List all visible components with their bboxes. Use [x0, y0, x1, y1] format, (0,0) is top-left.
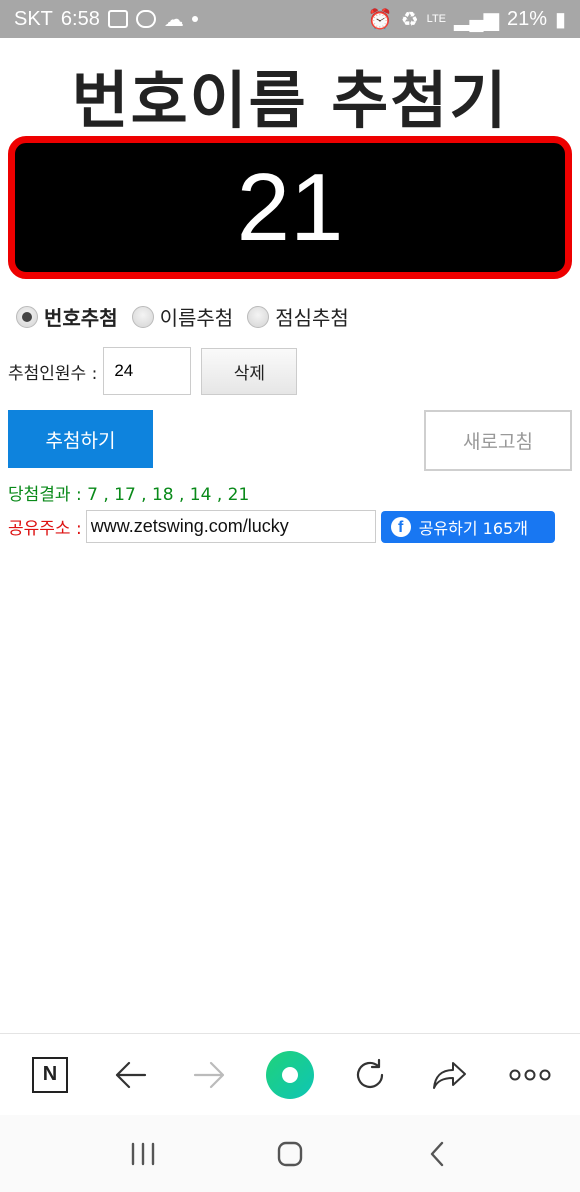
share-url-input[interactable] — [85, 510, 376, 543]
reload-button[interactable] — [345, 1050, 395, 1100]
refresh-button[interactable]: 새로고침 — [424, 410, 572, 471]
radio-label: 이름추첨 — [159, 306, 234, 330]
forward-button[interactable] — [185, 1050, 235, 1100]
radio-button[interactable] — [16, 305, 38, 328]
back-arrow-icon — [115, 1061, 147, 1088]
recycle-icon: ♻ — [400, 8, 419, 31]
radio-label: 점심추첨 — [275, 306, 349, 330]
facebook-share-label: 공유하기 165개 — [418, 518, 528, 538]
home-icon — [277, 1141, 303, 1166]
battery-icon: ▮ — [554, 8, 566, 31]
blog-icon — [135, 10, 156, 28]
back-button[interactable] — [105, 1050, 155, 1100]
clock: 6:58 — [60, 7, 100, 30]
home-green-circle-icon — [266, 1050, 314, 1099]
mode-radio-group: 번호추첨 이름추첨 점심추첨 — [16, 302, 363, 331]
count-row: 추첨인원수 : 삭제 — [8, 347, 298, 395]
share-page-button[interactable] — [425, 1050, 475, 1100]
page-title: 번호이름 추첨기 — [71, 64, 509, 137]
result-display: 21 — [8, 136, 572, 279]
radio-number-draw[interactable]: 번호추첨 — [16, 302, 118, 331]
browser-toolbar: N — [0, 1033, 580, 1115]
carrier-label: SKT — [14, 7, 53, 30]
share-label: 공유주소 : — [8, 519, 82, 539]
radio-button[interactable] — [131, 305, 154, 328]
signal-icon: ▂▄▆ — [454, 8, 499, 31]
status-bar: SKT 6:58 ☁ ⏰ ♻ LTE ▂▄▆ 21% ▮ — [0, 0, 580, 38]
count-label: 추첨인원수 : — [8, 363, 98, 384]
naver-n-icon: N — [32, 1056, 68, 1093]
share-arrow-icon — [433, 1061, 466, 1089]
battery-level: 21% — [506, 7, 547, 30]
delete-button[interactable]: 삭제 — [201, 347, 298, 395]
forward-arrow-icon — [193, 1061, 225, 1088]
notification-dot-icon — [191, 16, 198, 22]
draw-result-text: 당첨결과 : 7 , 17 , 18 , 14 , 21 — [8, 485, 250, 505]
recent-apps-icon — [132, 1142, 155, 1165]
back-icon — [430, 1141, 443, 1166]
system-back-button[interactable] — [412, 1129, 462, 1179]
draw-button[interactable]: 추첨하기 — [8, 410, 153, 468]
facebook-icon: f — [390, 516, 411, 537]
home-green-button[interactable] — [265, 1050, 315, 1100]
radio-lunch-draw[interactable]: 점심추첨 — [247, 302, 349, 331]
gallery-icon — [107, 10, 128, 28]
radio-label: 번호추첨 — [44, 306, 118, 330]
system-nav-bar — [0, 1115, 580, 1192]
weather-icon: ☁ — [163, 8, 184, 31]
reload-icon — [356, 1058, 384, 1088]
more-button[interactable] — [505, 1050, 555, 1100]
count-input[interactable] — [103, 347, 192, 395]
home-button[interactable] — [265, 1129, 315, 1179]
more-dots-icon — [509, 1069, 551, 1080]
naver-button[interactable]: N — [25, 1050, 75, 1100]
share-row: 공유주소 : f 공유하기 165개 — [8, 510, 555, 543]
radio-button[interactable] — [247, 305, 270, 328]
lte-indicator: LTE — [426, 13, 447, 25]
recent-apps-button[interactable] — [118, 1129, 168, 1179]
facebook-share-button[interactable]: f 공유하기 165개 — [380, 510, 555, 543]
alarm-icon: ⏰ — [367, 8, 393, 31]
radio-name-draw[interactable]: 이름추첨 — [131, 302, 234, 331]
